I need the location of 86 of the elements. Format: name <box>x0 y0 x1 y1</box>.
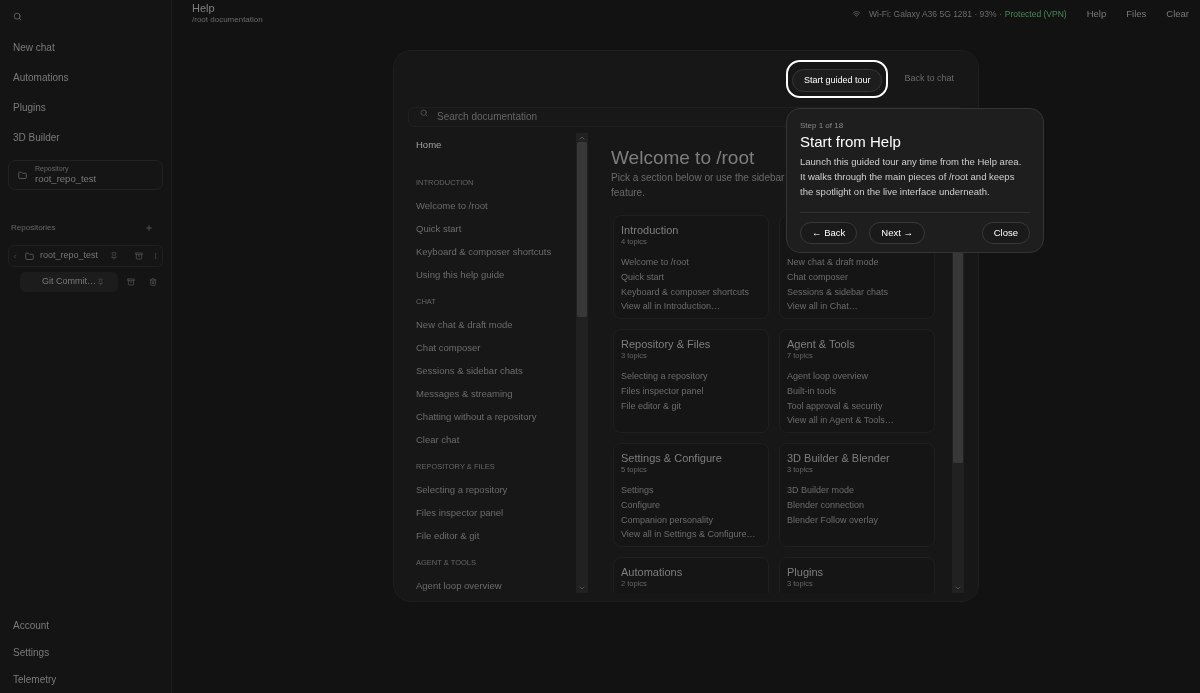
search-icon <box>420 109 428 118</box>
card-title: 3D Builder & Blender <box>787 451 891 466</box>
topic-link[interactable]: Agent loop overview <box>787 369 869 384</box>
doc-nav-item[interactable]: Quick start <box>416 217 462 241</box>
popover-button[interactable]: ← Back <box>800 222 858 244</box>
doc-nav-item[interactable]: File editor & git <box>416 524 480 548</box>
pin-icon[interactable] <box>110 252 118 260</box>
scrollbar-thumb[interactable] <box>577 142 587 318</box>
topic-link[interactable]: Companion personality <box>621 512 714 528</box>
topic-link[interactable]: Sessions & sidebar chats <box>787 284 889 300</box>
sidebar-item[interactable]: Telemetry <box>0 666 70 693</box>
topic-link[interactable]: Tool approval & security <box>787 398 883 414</box>
topic-link[interactable]: View all in Chat… <box>787 299 858 315</box>
topic-link[interactable]: View all in Introduction… <box>621 299 720 315</box>
doc-nav-item[interactable]: Clear chat <box>416 428 460 452</box>
topic-link[interactable]: View all in Settings & Configure… <box>621 527 756 543</box>
topic-link[interactable]: Selecting a repository <box>621 369 708 384</box>
topic-link[interactable]: Files inspector panel <box>621 383 704 399</box>
back-to-chat-button[interactable]: Back to chat <box>894 67 964 91</box>
doc-nav-item[interactable]: Using this help guide <box>416 263 505 287</box>
doc-nav-item[interactable]: New chat & draft mode <box>416 313 513 337</box>
topic-link[interactable]: 3D Builder mode <box>787 483 855 498</box>
content-description: Pick a section below or use the sidebar feature. <box>611 171 785 201</box>
sidebar-item[interactable]: Automations <box>0 62 82 92</box>
doc-nav-item[interactable]: Chatting without a repository <box>416 405 537 429</box>
topic-link[interactable]: Settings <box>621 483 654 498</box>
trash-icon[interactable] <box>149 278 157 286</box>
card-title: Plugins <box>787 565 825 580</box>
doc-nav-item[interactable]: Files inspector panel <box>416 501 504 525</box>
content-title: Welcome to /root <box>611 146 755 171</box>
topic-link[interactable]: Quick start <box>621 269 664 285</box>
repository-row[interactable]: root_repo_test <box>8 245 163 267</box>
topic-link[interactable]: Chat composer <box>787 269 849 285</box>
topic-link[interactable]: Welcome to /root <box>621 255 689 270</box>
sidebar-item[interactable]: Plugins <box>0 92 59 122</box>
page-title: Help <box>192 2 216 15</box>
topic-link[interactable]: Configure <box>621 497 661 513</box>
topic-link[interactable]: View all in Agent & Tools… <box>787 413 894 429</box>
doc-nav-item[interactable]: Home <box>416 133 442 157</box>
repository-name: root_repo_test <box>35 173 97 185</box>
topic-link[interactable]: Keyboard & composer shortcuts <box>621 284 750 300</box>
folder-icon <box>18 170 27 180</box>
sidebar-item[interactable]: 3D Builder <box>0 122 73 152</box>
doc-nav-item[interactable]: Messages & streaming <box>416 382 513 406</box>
folder-icon <box>25 251 34 261</box>
sidebar-item[interactable]: New chat <box>0 32 68 62</box>
doc-nav-item[interactable]: Selecting a repository <box>416 478 508 502</box>
page-subtitle: /root documentation <box>192 15 263 25</box>
popover-title: Start from Help <box>800 133 901 151</box>
archive-icon[interactable] <box>135 252 143 260</box>
add-icon[interactable] <box>145 224 153 232</box>
archive-icon[interactable] <box>127 278 135 286</box>
doc-nav-item[interactable]: Chat composer <box>416 336 481 360</box>
wifi-icon <box>852 10 862 18</box>
popover-button[interactable]: Next → <box>869 222 925 244</box>
sidebar-item[interactable]: Settings <box>0 639 63 666</box>
pin-icon[interactable] <box>97 278 104 286</box>
doc-nav-item[interactable]: Agent loop overview <box>416 574 502 594</box>
topic-link[interactable]: New chat & draft mode <box>787 255 879 270</box>
card-title: Automations <box>621 565 684 580</box>
doc-nav-item[interactable]: Welcome to /root <box>416 194 488 218</box>
doc-nav-item[interactable]: Keyboard & composer shortcuts <box>416 240 552 264</box>
connection-status: Wi-Fi: Galaxy A36 5G 1281 · 93% · <box>869 7 1002 21</box>
topic-link[interactable]: File editor & git <box>621 398 682 414</box>
session-item[interactable]: Git Commit… <box>20 272 118 292</box>
popover-button[interactable]: Close <box>981 222 1030 244</box>
doc-nav-item[interactable]: Sessions & sidebar chats <box>416 359 523 383</box>
popover-body: Launch this guided tour any time from the Help area. It walks through the main pieces of /root and keeps the spotlight on the live interface underneath. <box>800 155 1023 199</box>
section-label: Repositories <box>11 222 56 234</box>
card-title: Introduction <box>621 223 680 238</box>
repository-name: root_repo_test <box>40 249 100 263</box>
header-button[interactable]: Help <box>1086 6 1107 22</box>
card-title: Settings & Configure <box>621 451 723 466</box>
header-button[interactable]: Files <box>1126 6 1147 22</box>
more-icon[interactable] <box>152 252 159 260</box>
chevron-icon[interactable] <box>12 252 18 260</box>
sidebar-item[interactable]: Account <box>0 612 63 639</box>
start-tour-button[interactable]: Start guided tour <box>791 69 883 93</box>
card-title: Repository & Files <box>621 337 712 352</box>
topic-link[interactable]: Built-in tools <box>787 383 837 399</box>
header-button[interactable]: Clear <box>1166 6 1189 22</box>
card-title: Agent & Tools <box>787 337 856 352</box>
topic-link[interactable]: Blender Follow overlay <box>787 512 879 528</box>
search-icon[interactable] <box>13 11 22 21</box>
vpn-status: Protected (VPN) <box>1004 7 1067 21</box>
topic-link[interactable]: Blender connection <box>787 497 865 513</box>
